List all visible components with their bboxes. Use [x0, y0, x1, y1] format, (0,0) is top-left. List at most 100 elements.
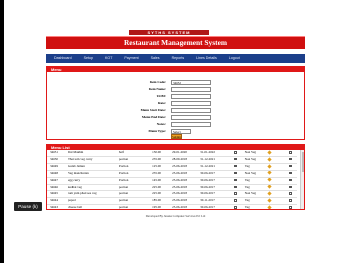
checkbox[interactable]: [234, 206, 237, 209]
cell-start: 25-06-2018: [171, 170, 200, 178]
select-cell[interactable]: [283, 204, 297, 209]
row-checkbox[interactable]: [227, 177, 244, 185]
checkbox[interactable]: [289, 178, 292, 182]
select-cell[interactable]: [283, 170, 297, 178]
table-row[interactable]: 34643 cheese ball portion 195.00 25-06-2018 3…: [47, 204, 297, 209]
pencil-icon[interactable]: [267, 170, 272, 176]
row-checkbox[interactable]: [227, 163, 244, 171]
cell-price: 145.00: [151, 177, 172, 185]
cell-start: 25-06-2018: [171, 184, 200, 192]
checkbox[interactable]: [234, 199, 237, 202]
submit-button[interactable]: Submit: [171, 134, 182, 139]
select-cell[interactable]: [283, 184, 297, 192]
cell-type: Veg: [243, 177, 268, 185]
field-input[interactable]: [171, 107, 211, 113]
edit-cell[interactable]: [267, 204, 284, 209]
edit-cell[interactable]: [267, 156, 284, 164]
cell-price: 235.00: [151, 156, 172, 164]
field-input[interactable]: [171, 100, 211, 106]
cell-name: tom yum phad see veg: [66, 190, 118, 199]
cell-end: 30-06-2017: [199, 184, 228, 192]
checkbox[interactable]: [234, 192, 237, 195]
nav-item-dashboard[interactable]: Dashboard: [54, 54, 72, 63]
checkbox[interactable]: [234, 185, 237, 189]
pencil-icon[interactable]: [267, 191, 272, 196]
pause-button[interactable]: Pause (k): [14, 202, 42, 211]
pencil-icon[interactable]: [267, 205, 272, 209]
checkbox[interactable]: [289, 206, 292, 209]
list-scrollbar[interactable]: [300, 150, 304, 209]
row-checkbox[interactable]: [227, 170, 244, 178]
pencil-icon[interactable]: [267, 177, 272, 183]
nav-item-kot[interactable]: KOT: [105, 54, 112, 63]
edit-cell[interactable]: [267, 170, 284, 178]
select-cell[interactable]: [283, 156, 297, 164]
checkbox[interactable]: [234, 178, 237, 182]
row-checkbox[interactable]: [227, 204, 244, 209]
field-input[interactable]: [171, 93, 211, 99]
nav-item-payment[interactable]: Payment: [124, 54, 138, 63]
field-input[interactable]: [171, 114, 211, 120]
pencil-icon[interactable]: [267, 163, 272, 169]
field-label: Item Name:: [148, 87, 166, 91]
nav-item-setup[interactable]: Setup: [84, 54, 93, 63]
select-cell[interactable]: [283, 197, 297, 206]
nav-item-reports[interactable]: Reports: [172, 54, 185, 63]
field-input[interactable]: [171, 121, 211, 127]
edit-cell[interactable]: [267, 190, 284, 199]
select-cell[interactable]: [283, 177, 297, 185]
select-cell[interactable]: [283, 163, 297, 171]
checkbox[interactable]: [289, 151, 292, 154]
form-row: Item Name:: [47, 86, 306, 92]
scrollbar-thumb[interactable]: [301, 152, 304, 172]
cell-id: 34644: [47, 197, 67, 206]
table-row[interactable]: 34646 kadhai veg portion 225.00 25-06-2018 30…: [47, 184, 297, 192]
table-row[interactable]: 34647 egg curry Portion 145.00 25-06-2018 30-…: [47, 177, 297, 185]
checkbox[interactable]: [289, 164, 292, 168]
edit-cell[interactable]: [267, 177, 284, 185]
cell-id: 34650: [47, 156, 67, 164]
edit-cell[interactable]: [267, 163, 284, 171]
checkbox[interactable]: [289, 171, 292, 175]
checkbox[interactable]: [234, 171, 237, 175]
checkbox[interactable]: [234, 157, 237, 161]
row-checkbox[interactable]: [227, 156, 244, 164]
pencil-icon[interactable]: [267, 157, 272, 162]
menu-form-panel: Menu Submit Item Code: 34652 Item Name: UOM…: [46, 66, 305, 140]
form-row: Notes:: [47, 121, 306, 127]
checkbox[interactable]: [289, 185, 292, 189]
row-checkbox[interactable]: [227, 190, 244, 199]
pencil-icon[interactable]: [267, 198, 272, 203]
cell-end: 31-12-2021: [199, 163, 228, 171]
cell-price: 235.00: [151, 170, 172, 178]
edit-cell[interactable]: [267, 197, 284, 206]
cell-type: Non Veg: [243, 190, 268, 199]
checkbox[interactable]: [289, 199, 292, 202]
table-row[interactable]: 34650 Thai tom veg curry portion 235.00 28-0…: [47, 156, 297, 164]
nav-item-sales[interactable]: Sales: [151, 54, 160, 63]
table-row[interactable]: 34649 Gulab Jamun Portion 125.00 25-06-2018 3…: [47, 163, 297, 171]
row-checkbox[interactable]: [227, 184, 244, 192]
pencil-icon[interactable]: [267, 150, 272, 155]
field-input[interactable]: [171, 86, 211, 92]
row-checkbox[interactable]: [227, 197, 244, 206]
checkbox[interactable]: [234, 151, 237, 154]
cell-name: Gulab Jamun: [66, 163, 118, 171]
nav-item-logout[interactable]: Logout: [229, 54, 240, 63]
edit-cell[interactable]: [267, 184, 284, 192]
cell-unit: portion: [117, 156, 152, 164]
field-input[interactable]: 34652: [171, 79, 211, 85]
table-row[interactable]: 34644 papad portion 185.00 25-06-2018 30-11-2…: [47, 197, 297, 206]
menu-type-select[interactable]: Select: [171, 128, 191, 134]
select-cell[interactable]: [283, 190, 297, 199]
table-row[interactable]: 34645 tom yum phad see veg portion 225.00 25…: [47, 190, 297, 199]
table-row[interactable]: 34648 Veg manchurian Portion 235.00 25-06-20…: [47, 170, 297, 178]
cell-start: 28-09-2018: [171, 156, 200, 164]
checkbox[interactable]: [234, 164, 237, 168]
nav-item-lines-details[interactable]: Lines Details: [196, 54, 217, 63]
window-edge: [0, 0, 4, 263]
cell-name: Veg manchurian: [66, 170, 118, 178]
checkbox[interactable]: [289, 192, 292, 195]
checkbox[interactable]: [289, 157, 292, 161]
pencil-icon[interactable]: [267, 184, 272, 189]
